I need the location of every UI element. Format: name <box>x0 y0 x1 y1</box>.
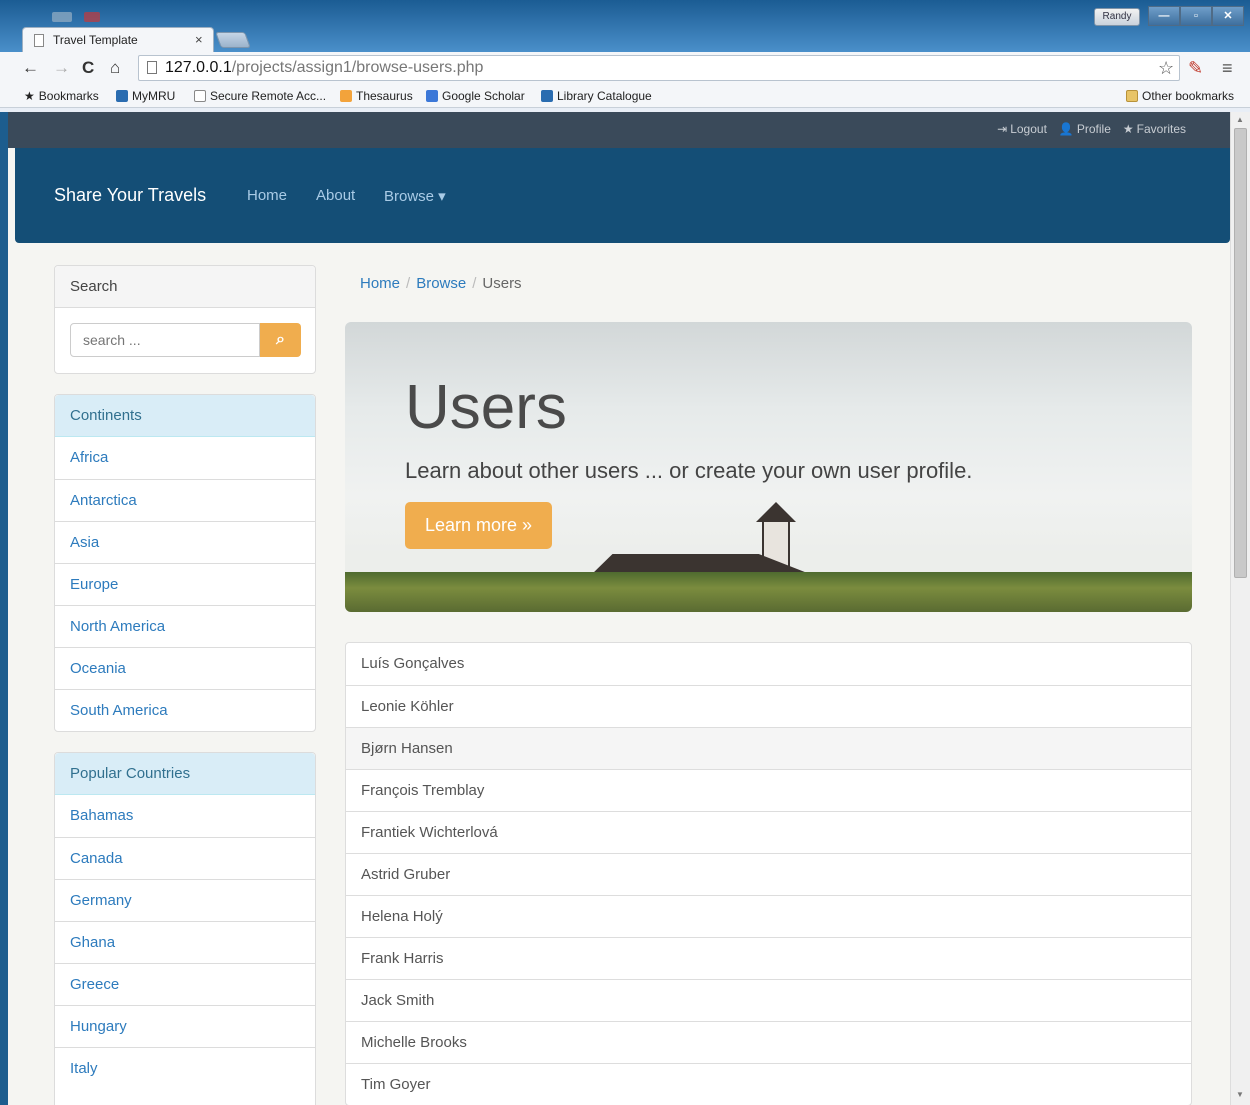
hero-subtitle: Learn about other users ... or create yo… <box>405 458 973 483</box>
star-icon: ★ <box>1122 122 1134 136</box>
brand-link[interactable]: Share Your Travels <box>54 185 206 206</box>
browser-tab[interactable]: Travel Template × <box>22 27 214 52</box>
nav-about[interactable]: About <box>316 187 355 204</box>
user-link[interactable]: François Tremblay <box>346 769 1191 811</box>
continent-link[interactable]: South America <box>55 689 315 731</box>
breadcrumb-home[interactable]: Home <box>360 275 400 292</box>
page-icon <box>34 34 44 47</box>
mru-icon <box>116 90 128 102</box>
scholar-icon <box>426 90 438 102</box>
nav-browse-dropdown[interactable]: Browse ▾ <box>384 187 446 205</box>
star-icon: ★ <box>24 89 35 103</box>
bookmarks-bar: ★ Bookmarks MyMRU Secure Remote Acc... Th… <box>0 86 1250 108</box>
search-button[interactable]: ⌕ <box>260 323 301 357</box>
barn-image <box>756 502 796 522</box>
search-heading: Search <box>55 266 315 308</box>
thesaurus-icon <box>340 90 352 102</box>
breadcrumb: Home / Browse / Users <box>360 275 522 292</box>
other-bookmarks[interactable]: Other bookmarks <box>1126 89 1234 103</box>
browser-chrome: Randy — ▫ ✕ Travel Template × ← → C ⌂ 12… <box>0 0 1250 112</box>
bookmark-item[interactable]: ★ Bookmarks <box>24 89 99 103</box>
page-viewport: ⇥ Logout 👤 Profile ★ Favorites Share Your T… <box>8 112 1230 1105</box>
continents-panel: Continents Africa Antarctica Asia Europe… <box>54 394 316 732</box>
back-icon[interactable]: ← <box>22 58 39 78</box>
scroll-up-icon[interactable]: ▲ <box>1236 115 1244 124</box>
user-link[interactable]: Bjørn Hansen <box>346 727 1191 769</box>
search-icon: ⌕ <box>276 331 285 348</box>
window-controls: — ▫ ✕ <box>1148 6 1244 26</box>
profile-badge[interactable]: Randy <box>1094 8 1140 26</box>
breadcrumb-browse[interactable]: Browse <box>416 275 466 292</box>
user-link[interactable]: Frantiek Wichterlová <box>346 811 1191 853</box>
bookmark-star-icon[interactable]: ☆ <box>1158 58 1174 79</box>
page-icon <box>194 90 206 102</box>
scrollbar-thumb[interactable] <box>1234 128 1247 578</box>
search-panel: Search ⌕ <box>54 265 316 374</box>
profile-link[interactable]: 👤 Profile <box>1059 122 1111 136</box>
user-link[interactable]: Luís Gonçalves <box>346 643 1191 685</box>
bookmark-item[interactable]: Library Catalogue <box>541 89 652 103</box>
menu-icon[interactable]: ≡ <box>1222 58 1233 79</box>
continent-link[interactable]: Oceania <box>55 647 315 689</box>
url-host: 127.0.0.1 <box>165 59 232 76</box>
bookmark-item[interactable]: Thesaurus <box>340 89 413 103</box>
learn-more-button[interactable]: Learn more » <box>405 502 552 549</box>
user-link[interactable]: Michelle Brooks <box>346 1021 1191 1063</box>
country-link[interactable]: Bahamas <box>55 795 315 837</box>
continents-heading: Continents <box>55 395 315 437</box>
pdf-extension-icon[interactable]: ✎ <box>1188 58 1203 79</box>
country-link[interactable]: Ghana <box>55 921 315 963</box>
folder-icon <box>1126 90 1138 102</box>
user-icon: 👤 <box>1058 122 1074 136</box>
tab-title: Travel Template <box>53 33 138 47</box>
country-link[interactable]: Germany <box>55 879 315 921</box>
breadcrumb-current: Users <box>482 275 522 292</box>
user-link[interactable]: Helena Holý <box>346 895 1191 937</box>
bookmark-item[interactable]: Google Scholar <box>426 89 525 103</box>
home-icon[interactable]: ⌂ <box>110 58 120 78</box>
bookmark-item[interactable]: MyMRU <box>116 89 175 103</box>
address-bar[interactable]: 127.0.0.1/projects/assign1/browse-users.… <box>138 55 1180 81</box>
logout-icon: ⇥ <box>997 122 1008 136</box>
logout-link[interactable]: ⇥ Logout <box>997 122 1047 136</box>
user-link[interactable]: Frank Harris <box>346 937 1191 979</box>
reload-icon[interactable]: C <box>82 58 94 78</box>
country-link[interactable]: Greece <box>55 963 315 1005</box>
hero-title: Users <box>405 373 567 442</box>
continent-link[interactable]: Europe <box>55 563 315 605</box>
user-link[interactable]: Leonie Köhler <box>346 685 1191 727</box>
favorites-link[interactable]: ★ Favorites <box>1123 122 1186 136</box>
new-tab-button[interactable] <box>215 32 251 48</box>
page-icon <box>147 61 157 74</box>
nav-home[interactable]: Home <box>247 187 287 204</box>
country-link[interactable]: Hungary <box>55 1005 315 1047</box>
continent-link[interactable]: North America <box>55 605 315 647</box>
bookmark-item[interactable]: Secure Remote Acc... <box>194 89 326 103</box>
continent-link[interactable]: Antarctica <box>55 479 315 521</box>
top-utility-bar: ⇥ Logout 👤 Profile ★ Favorites <box>8 112 1230 148</box>
scroll-down-icon[interactable]: ▼ <box>1236 1090 1244 1099</box>
user-link[interactable]: Astrid Gruber <box>346 853 1191 895</box>
countries-heading: Popular Countries <box>55 753 315 795</box>
minimize-button[interactable]: — <box>1148 6 1180 26</box>
main-navbar: Share Your Travels Home About Browse ▾ <box>15 148 1230 243</box>
country-link[interactable]: Italy <box>55 1047 315 1089</box>
page-scrollbar[interactable]: ▲ ▼ <box>1230 112 1250 1105</box>
mru-icon <box>541 90 553 102</box>
continent-link[interactable]: Asia <box>55 521 315 563</box>
close-window-button[interactable]: ✕ <box>1212 6 1244 26</box>
country-link[interactable]: Canada <box>55 837 315 879</box>
search-input[interactable] <box>70 323 260 357</box>
hero-banner: Users Learn about other users ... or cre… <box>345 322 1192 612</box>
maximize-button[interactable]: ▫ <box>1180 6 1212 26</box>
continent-link[interactable]: Africa <box>55 437 315 479</box>
countries-panel: Popular Countries Bahamas Canada Germany… <box>54 752 316 1105</box>
url-path: /projects/assign1/browse-users.php <box>231 59 484 76</box>
user-link[interactable]: Tim Goyer <box>346 1063 1191 1105</box>
user-list: Luís Gonçalves Leonie Köhler Bjørn Hanse… <box>345 642 1192 1105</box>
user-link[interactable]: Jack Smith <box>346 979 1191 1021</box>
forward-icon[interactable]: → <box>53 58 70 78</box>
close-tab-icon[interactable]: × <box>195 32 203 47</box>
